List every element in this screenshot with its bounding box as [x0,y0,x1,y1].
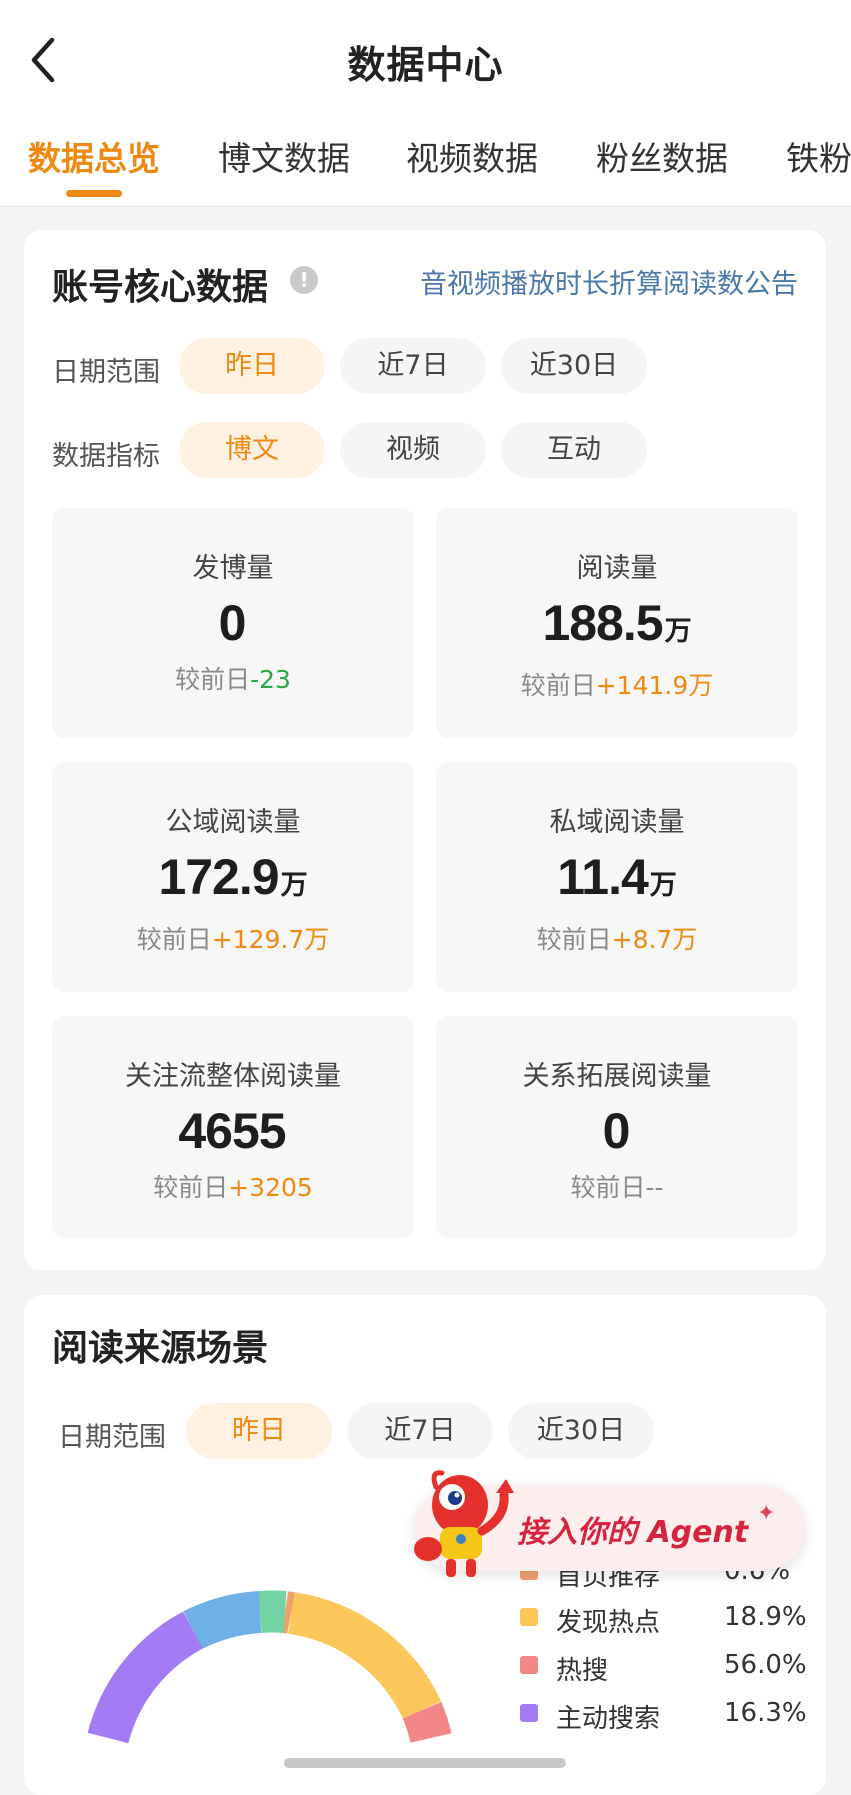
stat-compare: 较前日+129.7万 [52,920,414,956]
stat-value: 172.9万 [52,848,414,906]
donut-segment-blue [193,1612,260,1630]
notice-link[interactable]: 音视频播放时长折算阅读数公告 [420,262,798,301]
donut-segment-active-search [108,1630,193,1738]
stat-label: 关注流整体阅读量 [52,1054,414,1093]
stat-card-relation-reads[interactable]: 关系拓展阅读量 0 较前日-- [436,1016,798,1238]
stat-value: 188.5万 [436,594,798,652]
legend-item-active-search: 主动搜索 16.3% [520,1698,810,1732]
stat-label: 私域阅读量 [436,800,798,839]
stat-label: 发博量 [52,546,414,585]
stat-card-posts[interactable]: 发博量 0 较前日-23 [52,508,414,738]
stat-value: 0 [436,1102,798,1160]
metric-option-interaction[interactable]: 互动 [501,422,647,478]
metric-option-video[interactable]: 视频 [340,422,486,478]
stat-card-follow-feed-reads[interactable]: 关注流整体阅读量 4655 较前日+3205 [52,1016,414,1238]
stat-value: 11.4万 [436,848,798,906]
home-indicator [284,1758,566,1768]
metric-label: 数据指标 [52,434,160,473]
page-title: 数据中心 [0,34,851,89]
stat-value: 4655 [52,1102,414,1160]
stat-label: 公域阅读量 [52,800,414,839]
legend-swatch [520,1704,538,1722]
info-icon[interactable]: ! [290,266,318,294]
source-date-option-30d[interactable]: 近30日 [508,1403,654,1459]
date-option-yesterday[interactable]: 昨日 [179,338,325,394]
agent-banner-text: 接入你的 Agent [517,1507,748,1551]
read-source-donut-chart [80,1590,480,1750]
source-date-range-label: 日期范围 [58,1415,166,1454]
legend-item-hot-search: 热搜 56.0% [520,1650,810,1684]
active-tab-indicator [66,190,122,197]
tab-fans-data[interactable]: 粉丝数据 [596,132,728,180]
donut-segment-homepage [285,1612,291,1613]
source-date-option-yesterday[interactable]: 昨日 [186,1403,332,1459]
read-source-title: 阅读来源场景 [52,1319,268,1371]
source-date-option-7d[interactable]: 近7日 [347,1403,493,1459]
stat-value: 0 [52,594,414,652]
sparkle-icon: ✦ [757,1501,775,1526]
legend-swatch [520,1608,538,1626]
donut-segment-discover-hot [291,1613,422,1710]
date-option-7d[interactable]: 近7日 [340,338,486,394]
tab-bar: 数据总览 博文数据 视频数据 粉丝数据 铁粉 [0,132,851,192]
tab-video-data[interactable]: 视频数据 [406,132,538,180]
date-range-label: 日期范围 [52,350,160,389]
core-data-title: 账号核心数据 [52,258,268,310]
stat-card-private-reads[interactable]: 私域阅读量 11.4万 较前日+8.7万 [436,762,798,992]
tab-post-data[interactable]: 博文数据 [218,132,350,180]
stat-card-public-reads[interactable]: 公域阅读量 172.9万 较前日+129.7万 [52,762,414,992]
stat-label: 阅读量 [436,546,798,585]
core-data-card: 账号核心数据 ! 音视频播放时长折算阅读数公告 日期范围 昨日 近7日 近30日… [24,230,826,1270]
stat-compare: 较前日-- [436,1168,798,1204]
date-option-30d[interactable]: 近30日 [501,338,647,394]
lobster-mascot-icon [410,1465,520,1585]
legend-swatch [520,1656,538,1674]
metric-option-post[interactable]: 博文 [179,422,325,478]
tab-overview[interactable]: 数据总览 [28,132,160,180]
stat-compare: 较前日+8.7万 [436,920,798,956]
top-bar: 数据中心 数据总览 博文数据 视频数据 粉丝数据 铁粉 [0,0,851,207]
tab-iron-fans[interactable]: 铁粉 [786,132,851,180]
legend-item-discover-hot: 发现热点 18.9% [520,1602,810,1636]
stat-compare: 较前日+141.9万 [436,666,798,702]
stat-card-reads[interactable]: 阅读量 188.5万 较前日+141.9万 [436,508,798,738]
stat-compare: 较前日-23 [52,660,414,696]
stat-label: 关系拓展阅读量 [436,1054,798,1093]
stat-compare: 较前日+3205 [52,1168,414,1204]
donut-segment-hot-search [422,1710,431,1738]
